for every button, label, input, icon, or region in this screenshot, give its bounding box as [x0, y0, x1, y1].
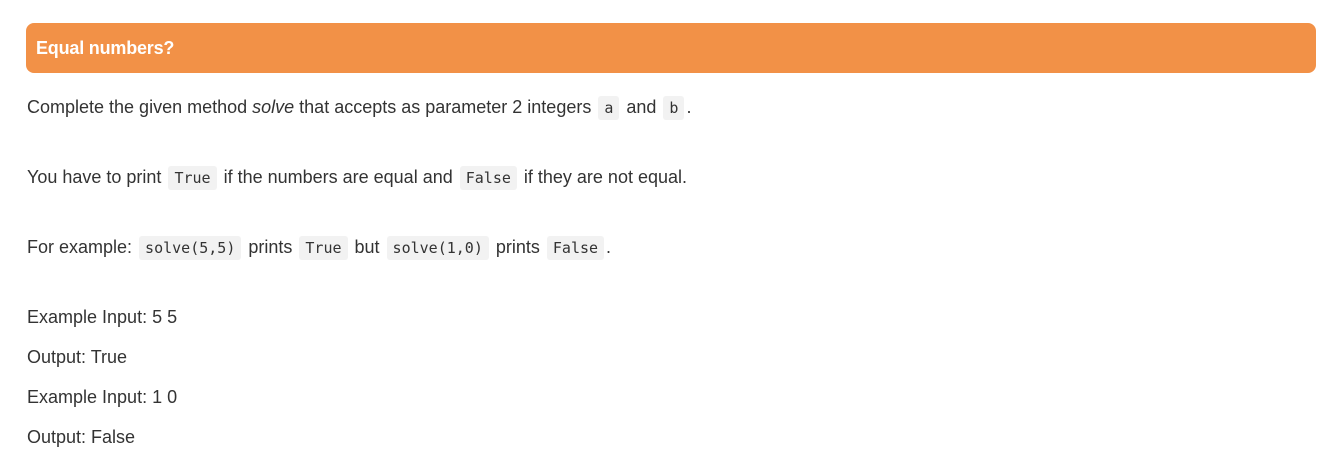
instructions-text: if the numbers are equal and: [218, 167, 458, 187]
example-text: prints: [243, 237, 298, 257]
code-example-call-2: solve(1,0): [386, 236, 489, 260]
code-example-result-1: True: [299, 236, 348, 260]
example-output-2: Output: False: [27, 427, 136, 447]
example-output-1: Output: True: [27, 347, 128, 367]
method-name: solve: [252, 97, 295, 117]
example-input-1: Example Input: 5 5: [27, 307, 178, 327]
problem-example: For example: solve(5,5) prints True but …: [27, 235, 611, 260]
example-text: For example:: [27, 237, 138, 257]
code-example-call-1: solve(5,5): [139, 236, 242, 260]
problem-title-bar: Equal numbers?: [26, 23, 1316, 73]
code-true: True: [168, 166, 217, 190]
code-example-result-2: False: [546, 236, 605, 260]
code-false: False: [459, 166, 517, 190]
problem-description: Complete the given method solve that acc…: [27, 95, 691, 120]
description-text: that accepts as parameter 2 integers: [294, 97, 597, 117]
problem-title: Equal numbers?: [36, 37, 175, 58]
instructions-text: You have to print: [27, 167, 167, 187]
code-param-b: b: [663, 96, 685, 120]
code-param-a: a: [598, 96, 620, 120]
example-text: but: [349, 237, 385, 257]
problem-instructions: You have to print True if the numbers ar…: [27, 165, 687, 190]
example-text: .: [606, 237, 612, 257]
example-input-2: Example Input: 1 0: [27, 387, 178, 407]
description-text: and: [621, 97, 662, 117]
description-text: .: [686, 97, 692, 117]
description-text: Complete the given method: [27, 97, 253, 117]
instructions-text: if they are not equal.: [518, 167, 687, 187]
example-text: prints: [490, 237, 545, 257]
